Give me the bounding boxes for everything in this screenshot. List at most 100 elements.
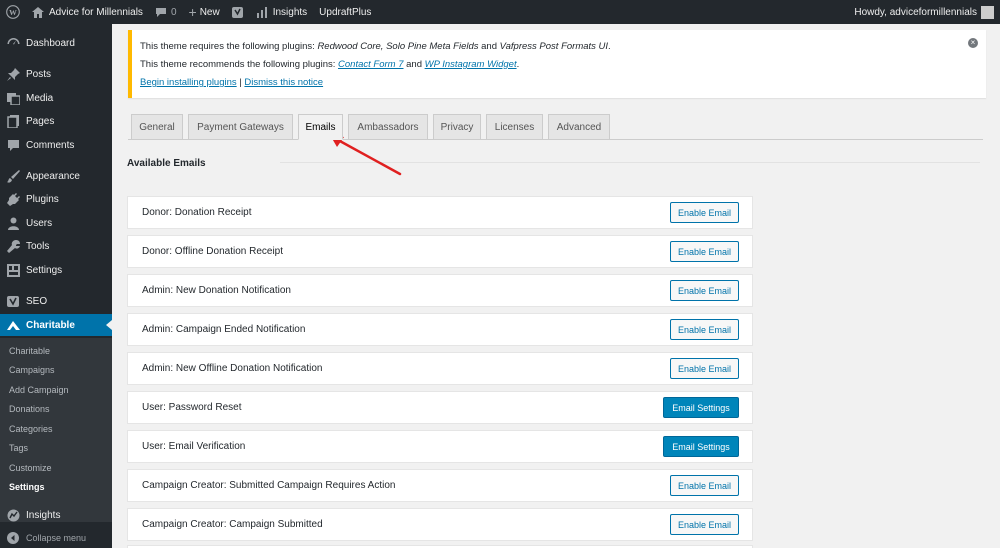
menu-appearance[interactable]: Appearance xyxy=(0,165,112,187)
submenu-add-campaign[interactable]: Add Campaign xyxy=(9,385,69,395)
menu-dashboard[interactable]: Dashboard xyxy=(0,32,112,54)
email-label: Campaign Creator: Submitted Campaign Req… xyxy=(142,480,396,491)
wordpress-logo-icon[interactable]: W xyxy=(0,0,26,24)
comments-icon xyxy=(6,138,20,152)
menu-charitable[interactable]: Charitable xyxy=(0,314,112,336)
updraftplus-link[interactable]: UpdraftPlus xyxy=(313,0,377,24)
submenu-charitable[interactable]: Charitable xyxy=(9,346,50,356)
email-label: User: Password Reset xyxy=(142,402,242,413)
section-title: Available Emails xyxy=(127,158,206,169)
media-icon xyxy=(6,91,20,105)
submenu-tags[interactable]: Tags xyxy=(9,443,28,453)
charitable-icon xyxy=(6,318,20,332)
admin-bar: W Advice for Millennials 0 + New Insight… xyxy=(0,0,1000,24)
user-account-link[interactable]: Howdy, adviceformillennials xyxy=(848,0,1000,24)
svg-text:W: W xyxy=(9,8,17,17)
submenu-customize[interactable]: Customize xyxy=(9,463,52,473)
tab-general[interactable]: General xyxy=(131,114,183,139)
collapse-menu-button[interactable]: Collapse menu xyxy=(0,527,112,548)
notice-text: This theme recommends the following plug… xyxy=(140,59,339,70)
new-label: New xyxy=(199,6,220,18)
plugin-notice: This theme requires the following plugin… xyxy=(128,30,986,98)
menu-tools[interactable]: Tools xyxy=(0,235,112,257)
enable-email-button[interactable]: Enable Email xyxy=(670,514,739,535)
comments-link[interactable]: 0 xyxy=(149,0,183,24)
menu-label: Settings xyxy=(26,264,63,276)
begin-installing-plugins-link[interactable]: Begin installing plugins xyxy=(140,77,237,88)
enable-email-button[interactable]: Enable Email xyxy=(670,280,739,301)
plug-icon xyxy=(6,192,20,206)
tab-divider xyxy=(128,139,983,140)
insights-link[interactable]: Insights xyxy=(250,0,313,24)
notice-text: . xyxy=(608,41,611,52)
submenu-categories[interactable]: Categories xyxy=(9,424,53,434)
close-icon[interactable]: × xyxy=(968,38,978,48)
email-row: Campaign Creator: Campaign Submitted Ena… xyxy=(127,508,753,541)
enable-email-button[interactable]: Enable Email xyxy=(670,319,739,340)
wp-instagram-widget-link[interactable]: WP Instagram Widget xyxy=(425,59,517,70)
avatar xyxy=(981,5,994,19)
email-row: Donor: Donation Receipt Enable Email xyxy=(127,196,753,229)
menu-label: Pages xyxy=(26,115,55,127)
insights-label: Insights xyxy=(272,6,308,18)
paintbrush-icon xyxy=(6,169,20,183)
new-content-link[interactable]: + New xyxy=(183,0,226,24)
menu-label: Media xyxy=(26,92,54,104)
menu-label: SEO xyxy=(26,295,48,307)
tab-privacy[interactable]: Privacy xyxy=(433,114,481,139)
menu-comments[interactable]: Comments xyxy=(0,134,112,156)
enable-email-button[interactable]: Enable Email xyxy=(670,358,739,379)
email-row: Campaign Creator: Submitted Campaign Req… xyxy=(127,469,753,502)
tab-payment-gateways[interactable]: Payment Gateways xyxy=(188,114,293,139)
email-row: Admin: Campaign Ended Notification Enabl… xyxy=(127,313,753,346)
email-label: Admin: New Offline Donation Notification xyxy=(142,363,323,374)
site-name-link[interactable]: Advice for Millennials xyxy=(26,0,149,24)
notice-text: This theme requires the following plugin… xyxy=(140,41,318,52)
yoast-seo-icon xyxy=(6,294,20,308)
enable-email-button[interactable]: Enable Email xyxy=(670,241,739,262)
submenu-donations[interactable]: Donations xyxy=(9,404,50,414)
howdy-text: Howdy, adviceformillennials xyxy=(854,6,977,18)
menu-pages[interactable]: Pages xyxy=(0,110,112,132)
menu-media[interactable]: Media xyxy=(0,87,112,109)
tab-emails[interactable]: Emails xyxy=(298,114,343,140)
menu-seo[interactable]: SEO xyxy=(0,290,112,312)
menu-posts[interactable]: Posts xyxy=(0,63,112,85)
plus-icon: + xyxy=(188,4,197,20)
tab-advanced[interactable]: Advanced xyxy=(548,114,610,139)
email-settings-button[interactable]: Email Settings xyxy=(663,436,739,457)
home-icon xyxy=(32,6,44,18)
menu-plugins[interactable]: Plugins xyxy=(0,188,112,210)
user-icon xyxy=(6,216,20,230)
pages-icon xyxy=(6,114,20,128)
enable-email-button[interactable]: Enable Email xyxy=(670,202,739,223)
insights-icon xyxy=(6,508,20,522)
admin-sidebar: Dashboard Posts Media Pages Comments App… xyxy=(0,24,112,548)
submenu-campaigns[interactable]: Campaigns xyxy=(9,365,55,375)
contact-form-7-link[interactable]: Contact Form 7 xyxy=(338,59,403,70)
yoast-link[interactable] xyxy=(226,0,250,24)
notice-actions: Begin installing plugins | Dismiss this … xyxy=(140,77,323,88)
menu-label: Insights xyxy=(26,509,61,521)
email-row: Admin: New Offline Donation Notification… xyxy=(127,352,753,385)
updraftplus-label: UpdraftPlus xyxy=(319,6,372,18)
notice-text: and xyxy=(478,41,500,52)
email-settings-button[interactable]: Email Settings xyxy=(663,397,739,418)
yoast-icon xyxy=(231,6,243,18)
menu-settings[interactable]: Settings xyxy=(0,259,112,281)
notice-required-line: This theme requires the following plugin… xyxy=(140,41,611,52)
menu-insights[interactable]: Insights xyxy=(0,504,112,526)
pushpin-icon xyxy=(6,67,20,81)
dashboard-icon xyxy=(6,36,20,50)
dismiss-notice-link[interactable]: Dismiss this notice xyxy=(244,77,323,88)
menu-users[interactable]: Users xyxy=(0,212,112,234)
site-name: Advice for Millennials xyxy=(49,6,143,18)
bar-chart-icon xyxy=(256,6,267,18)
submenu-settings[interactable]: Settings xyxy=(9,482,45,492)
tab-licenses[interactable]: Licenses xyxy=(486,114,543,139)
enable-email-button[interactable]: Enable Email xyxy=(670,475,739,496)
menu-label: Users xyxy=(26,217,53,229)
notice-recommended-line: This theme recommends the following plug… xyxy=(140,59,519,70)
menu-label: Appearance xyxy=(26,170,80,182)
email-label: Donor: Offline Donation Receipt xyxy=(142,246,284,257)
